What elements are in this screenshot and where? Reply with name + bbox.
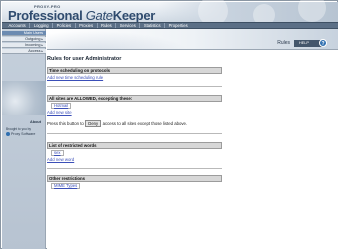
allowed-sites-section: All sites are ALLOWED, excepting these: … xyxy=(47,95,222,115)
section-header: All sites are ALLOWED, excepting these: xyxy=(47,95,222,102)
menu-item-policies[interactable]: Policies xyxy=(53,23,76,28)
deny-button[interactable]: Deny xyxy=(85,120,102,127)
word-entry[interactable]: sex xyxy=(51,149,64,157)
app-logo: Professional GateKeeper xyxy=(8,8,156,23)
section-header: Other restrictions xyxy=(47,175,222,182)
section-header: List of restricted words xyxy=(47,142,222,149)
vendor-logo[interactable]: Proxy Software xyxy=(6,132,35,136)
about-link[interactable]: About xyxy=(30,120,41,124)
main-menu: Accounts Logging Policies Proxies Rules … xyxy=(2,22,338,29)
menu-item-accounts[interactable]: Accounts xyxy=(5,23,31,28)
help-icon[interactable]: ? xyxy=(319,39,327,47)
menu-item-properties[interactable]: Properties xyxy=(165,23,191,28)
sidebar-item-main-users[interactable]: Main Users xyxy=(2,31,46,36)
add-time-rule-link[interactable]: Add new time scheduling rule xyxy=(47,75,222,80)
divider xyxy=(47,85,222,87)
mime-types-link[interactable]: MIME Types xyxy=(51,182,81,190)
sidebar-item-incoming[interactable]: Incoming▸ xyxy=(2,43,46,48)
menu-item-logging[interactable]: Logging xyxy=(30,23,54,28)
sidebar-item-outgoing[interactable]: Outgoing▸ xyxy=(2,37,46,42)
vendor-logo-icon xyxy=(6,132,10,136)
main-content: Rules HELP ? Rules for user Administrato… xyxy=(47,29,338,249)
header-decoration xyxy=(158,0,338,26)
add-word-link[interactable]: Add new word xyxy=(47,157,222,162)
menu-item-rules[interactable]: Rules xyxy=(98,23,117,28)
divider xyxy=(47,133,222,134)
other-restrictions-section: Other restrictions MIME Types xyxy=(47,175,222,190)
chevron-right-icon: ▸ xyxy=(41,43,43,47)
menu-item-services[interactable]: Services xyxy=(116,23,141,28)
page-title: Rules for user Administrator xyxy=(47,56,122,62)
sidebar: Main Users Outgoing▸ Incoming▸ Access▸ A… xyxy=(2,29,46,249)
section-header: Time scheduling on protocols xyxy=(47,67,222,74)
brought-by-label: Brought to you by xyxy=(6,127,31,131)
restricted-words-section: List of restricted words sex Add new wor… xyxy=(47,142,222,169)
add-site-link[interactable]: Add new site xyxy=(47,110,222,115)
app-window: PROXY-PRO Professional GateKeeper Accoun… xyxy=(0,0,338,249)
app-header: PROXY-PRO Professional GateKeeper xyxy=(2,0,338,26)
menu-item-statistics[interactable]: Statistics xyxy=(140,23,166,28)
sidebar-item-access[interactable]: Access▸ xyxy=(2,49,46,54)
site-entry[interactable]: Hotmail xyxy=(51,102,72,110)
section-bar: Rules HELP ? xyxy=(47,29,338,50)
chevron-right-icon: ▸ xyxy=(41,49,43,53)
section-title: Rules xyxy=(277,40,290,46)
menu-item-proxies[interactable]: Proxies xyxy=(76,23,98,28)
deny-all-row: Press this button to Deny access to all … xyxy=(47,120,188,127)
chevron-right-icon: ▸ xyxy=(41,37,43,41)
time-scheduling-section: Time scheduling on protocols Add new tim… xyxy=(47,67,222,87)
sidebar-artwork xyxy=(2,81,46,115)
divider xyxy=(47,167,222,169)
